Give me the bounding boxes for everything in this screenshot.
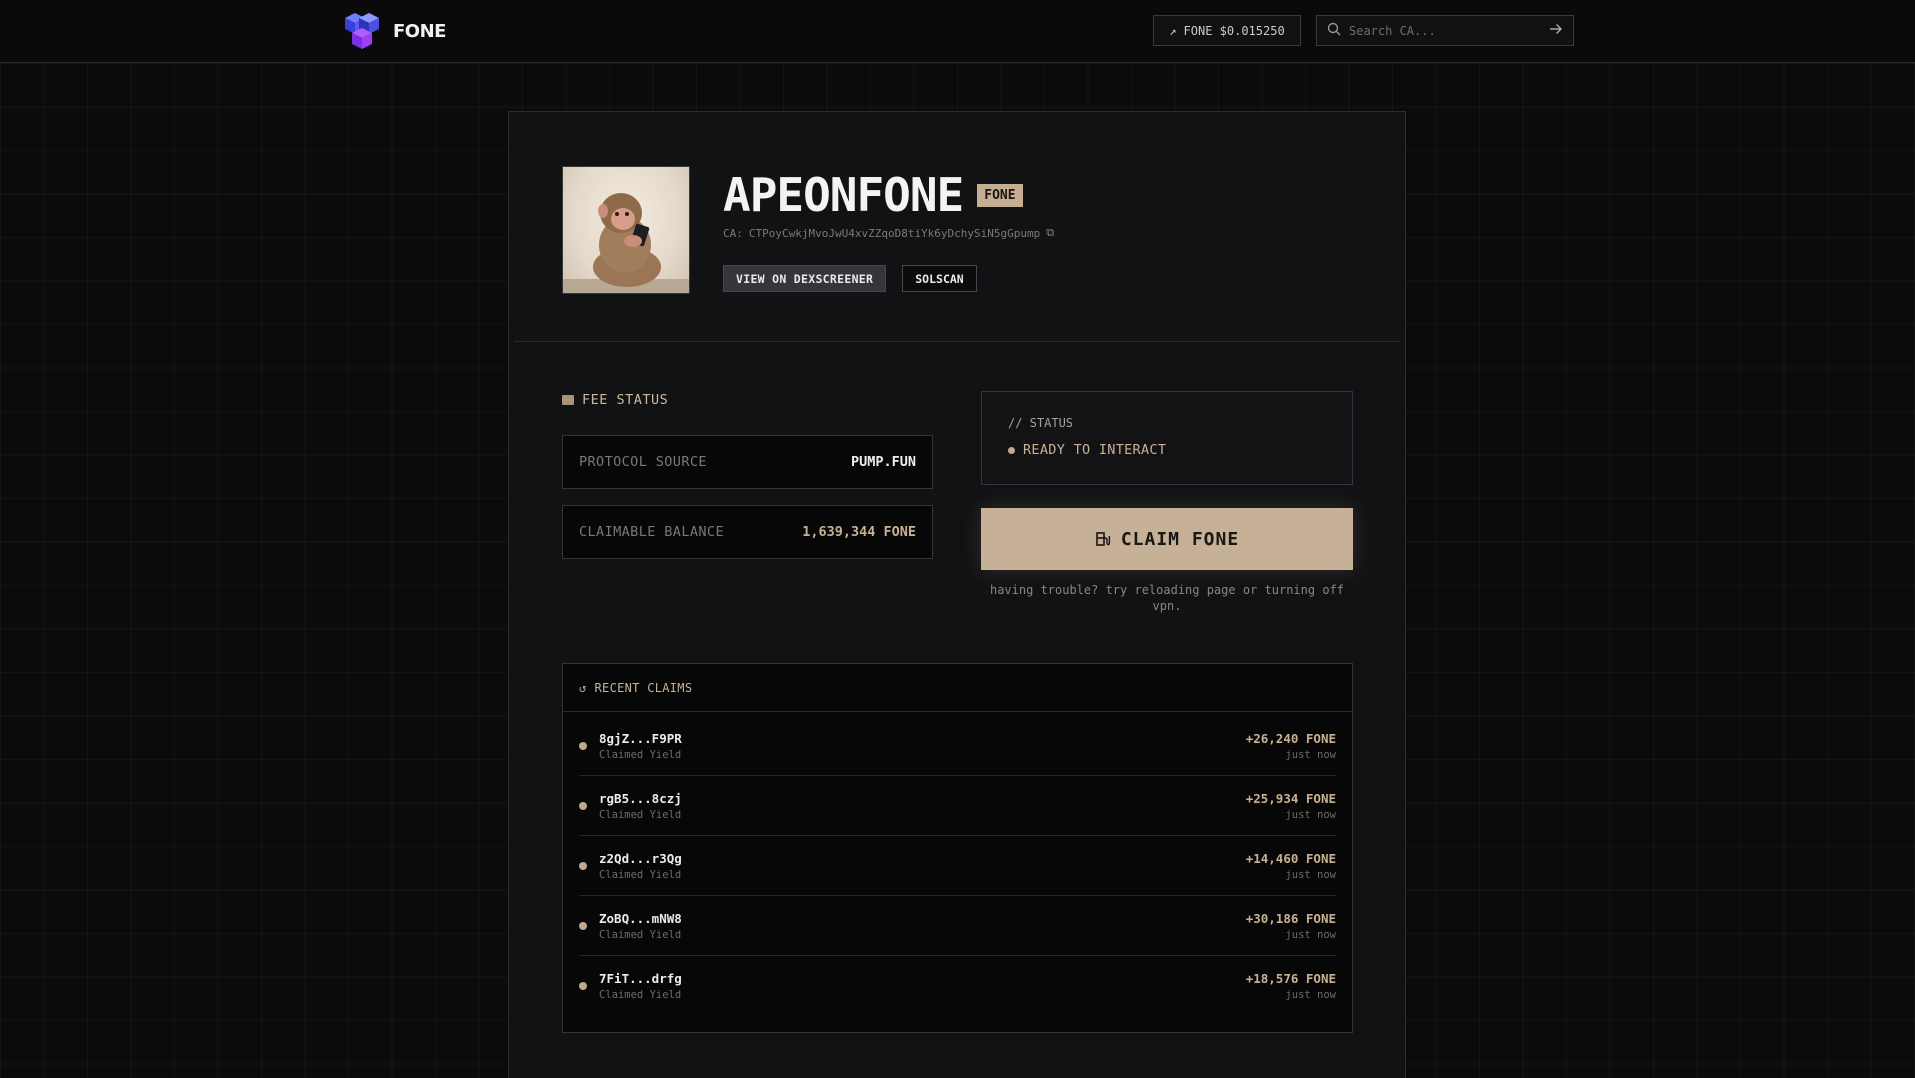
- claim-amount: +30,186 FONE: [1245, 910, 1336, 926]
- claimable-balance-label: CLAIMABLE BALANCE: [579, 524, 724, 540]
- solscan-button[interactable]: SOLSCAN: [902, 265, 977, 292]
- claim-subtitle: Claimed Yield: [599, 989, 682, 1001]
- price-pill[interactable]: ↗ FONE $0.015250: [1153, 15, 1301, 46]
- trending-up-icon: ↗: [1169, 23, 1177, 38]
- external-links: VIEW ON DEXSCREENER SOLSCAN: [723, 265, 977, 292]
- claim-address: z2Qd...r3Qg: [599, 850, 682, 866]
- claim-row: z2Qd...r3Qg Claimed Yield +14,460 FONE j…: [579, 836, 1336, 896]
- ca-value: CTPoyCwkjMvoJwU4xvZZqoD8tiYk6yDchySiN5gG…: [748, 226, 1041, 240]
- search-bar[interactable]: [1316, 15, 1574, 46]
- recent-claims-panel: ↺ RECENT CLAIMS 8gjZ...F9PR Claimed Yiel…: [562, 663, 1353, 1033]
- ca-label: CA:: [723, 226, 743, 240]
- contract-address: CA: CTPoyCwkjMvoJwU4xvZZqoD8tiYk6yDchySi…: [723, 226, 1054, 240]
- status-box: // STATUS READY TO INTERACT: [981, 391, 1353, 485]
- divider: [514, 341, 1400, 342]
- brand[interactable]: FONE: [341, 12, 446, 50]
- trouble-hint: having trouble? try reloading page or tu…: [989, 583, 1344, 613]
- protocol-source-box: PROTOCOL SOURCE PUMP.FUN: [562, 435, 933, 489]
- claim-subtitle: Claimed Yield: [599, 928, 682, 941]
- claim-dot-icon: [579, 861, 587, 870]
- title-row: APEONFONE FONE: [723, 168, 1023, 222]
- recent-claims-title: RECENT CLAIMS: [594, 680, 693, 695]
- claim-time: just now: [1285, 928, 1336, 941]
- status-label: // STATUS: [1008, 416, 1074, 430]
- claim-button[interactable]: CLAIM FONE: [981, 508, 1353, 570]
- claimable-balance-value: 1,639,344 FONE: [802, 524, 916, 540]
- status-dot-icon: [1008, 446, 1015, 454]
- fee-status-label: FEE STATUS: [582, 392, 669, 408]
- claim-dot-icon: [579, 741, 587, 750]
- token-avatar: [562, 166, 690, 294]
- claim-subtitle: Claimed Yield: [599, 868, 682, 881]
- claim-address: ZoBQ...mNW8: [599, 910, 682, 926]
- protocol-source-label: PROTOCOL SOURCE: [579, 454, 707, 470]
- copy-icon[interactable]: ⧉: [1046, 226, 1054, 240]
- fuel-pump-icon: [1096, 532, 1110, 546]
- claim-row: 8gjZ...F9PR Claimed Yield +26,240 FONE j…: [579, 716, 1336, 776]
- top-bar: FONE ↗ FONE $0.015250: [0, 0, 1915, 63]
- claim-amount: +25,934 FONE: [1245, 790, 1336, 806]
- claim-address: rgB5...8czj: [599, 790, 682, 806]
- claim-button-label: CLAIM FONE: [1120, 528, 1240, 550]
- status-value: READY TO INTERACT: [1008, 442, 1326, 458]
- claim-address: 8gjZ...F9PR: [599, 730, 682, 746]
- search-icon: [1327, 22, 1341, 39]
- claim-address: 7FiT...drfg: [599, 971, 682, 986]
- claim-subtitle: Claimed Yield: [599, 808, 682, 821]
- claim-amount: +26,240 FONE: [1245, 730, 1336, 746]
- monkey-image: [563, 193, 689, 293]
- history-icon: ↺: [579, 680, 587, 695]
- brand-name: FONE: [393, 20, 446, 42]
- token-header: APEONFONE FONE CA: CTPoyCwkjMvoJwU4xvZZq…: [562, 166, 1365, 294]
- recent-claims-header: ↺ RECENT CLAIMS: [563, 664, 1352, 712]
- claim-amount: +14,460 FONE: [1245, 850, 1336, 866]
- token-name: APEONFONE: [723, 168, 964, 222]
- dexscreener-button[interactable]: VIEW ON DEXSCREENER: [723, 265, 887, 292]
- arrow-right-icon[interactable]: [1549, 23, 1563, 38]
- token-card: APEONFONE FONE CA: CTPoyCwkjMvoJwU4xvZZq…: [508, 111, 1406, 1078]
- claim-time: just now: [1285, 989, 1336, 1001]
- terminal-icon: [562, 395, 574, 405]
- price-label: FONE $0.015250: [1183, 23, 1285, 38]
- claim-subtitle: Claimed Yield: [599, 748, 682, 761]
- claim-row: rgB5...8czj Claimed Yield +25,934 FONE j…: [579, 776, 1336, 836]
- fee-status-title: FEE STATUS: [562, 392, 668, 408]
- claims-list: 8gjZ...F9PR Claimed Yield +26,240 FONE j…: [563, 712, 1352, 1016]
- claim-amount: +18,576 FONE: [1245, 971, 1336, 986]
- status-text: READY TO INTERACT: [1023, 442, 1167, 458]
- cube-logo-icon: [345, 13, 379, 49]
- ticker-badge: FONE: [977, 183, 1023, 207]
- claim-time: just now: [1285, 868, 1336, 881]
- protocol-source-value: PUMP.FUN: [850, 454, 916, 470]
- claim-row: 7FiT...drfg Claimed Yield +18,576 FONE j…: [579, 956, 1336, 1016]
- claimable-balance-box: CLAIMABLE BALANCE 1,639,344 FONE: [562, 505, 933, 559]
- search-input[interactable]: [1349, 23, 1541, 38]
- claim-dot-icon: [579, 921, 587, 930]
- claim-time: just now: [1285, 808, 1336, 821]
- claim-time: just now: [1285, 748, 1336, 761]
- claim-dot-icon: [579, 982, 587, 990]
- claim-row: ZoBQ...mNW8 Claimed Yield +30,186 FONE j…: [579, 896, 1336, 956]
- claim-dot-icon: [579, 801, 587, 810]
